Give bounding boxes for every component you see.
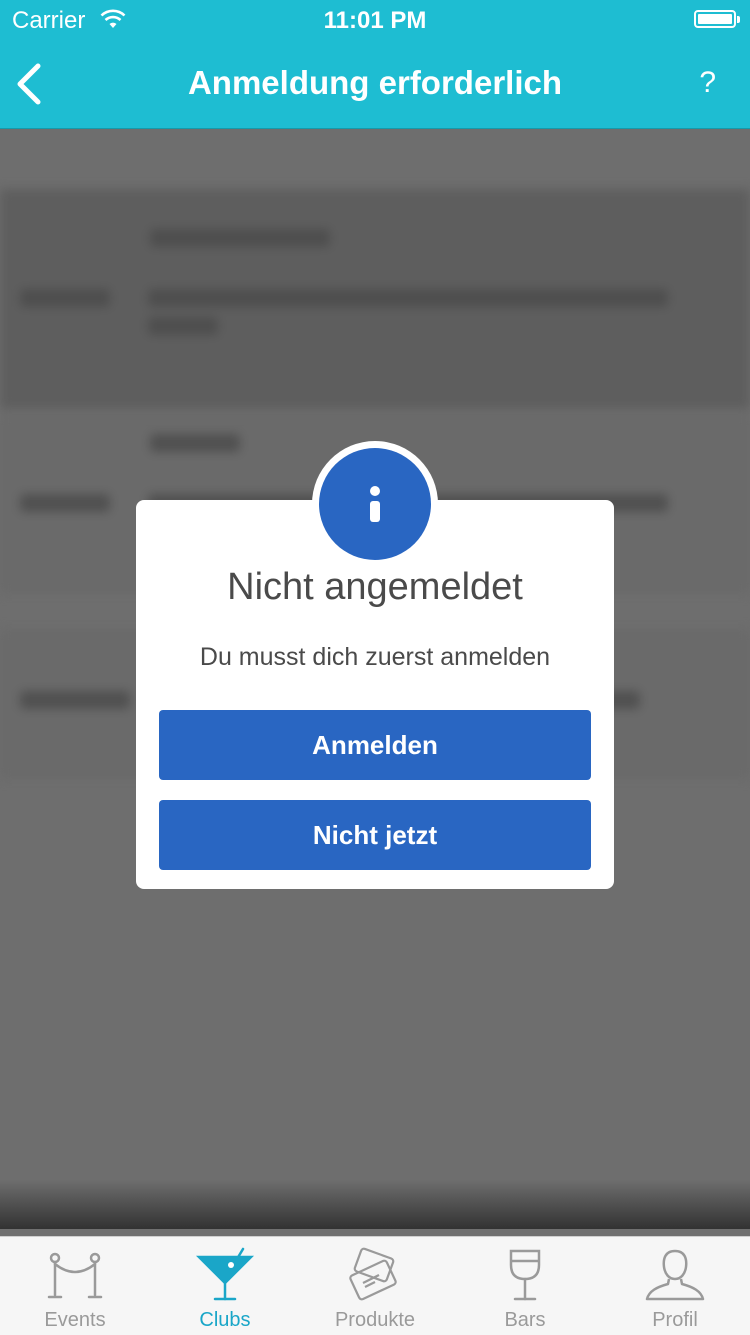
- info-icon: [319, 448, 431, 560]
- tab-produkte[interactable]: Produkte: [300, 1237, 450, 1335]
- tab-events-label: Events: [44, 1309, 106, 1331]
- list-item: [0, 189, 750, 409]
- tab-bars[interactable]: Bars: [450, 1237, 600, 1335]
- not-now-button[interactable]: Nicht jetzt: [159, 800, 591, 870]
- tab-produkte-label: Produkte: [334, 1309, 416, 1331]
- tab-bar: Events Clubs Produkte Bars Profil: [0, 1236, 750, 1335]
- tab-clubs-label: Clubs: [199, 1309, 251, 1331]
- page-title: Anmeldung erforderlich: [187, 64, 563, 101]
- rope-barrier-icon: [47, 1252, 103, 1299]
- tab-clubs[interactable]: Clubs: [150, 1237, 300, 1335]
- cocktail-glass-icon: [195, 1247, 255, 1301]
- help-button[interactable]: ?: [699, 66, 716, 100]
- bottom-shadow: [0, 1180, 750, 1229]
- dialog-title: Nicht angemeldet: [227, 566, 523, 608]
- tab-bars-label: Bars: [504, 1309, 546, 1331]
- nav-bar: Anmeldung erforderlich ?: [0, 40, 750, 129]
- clock: 11:01 PM: [323, 7, 427, 34]
- status-bar: Carrier 11:01 PM: [0, 0, 750, 40]
- person-icon: [645, 1249, 705, 1301]
- ticket-cards-icon: [349, 1247, 397, 1301]
- tab-events[interactable]: Events: [0, 1237, 150, 1335]
- login-button[interactable]: Anmelden: [159, 710, 591, 780]
- tab-profil-label: Profil: [652, 1309, 698, 1331]
- wine-glass-icon: [509, 1249, 541, 1301]
- tab-profil[interactable]: Profil: [600, 1237, 750, 1335]
- dialog-message: Du musst dich zuerst anmelden: [199, 643, 551, 671]
- battery-icon: [694, 10, 740, 28]
